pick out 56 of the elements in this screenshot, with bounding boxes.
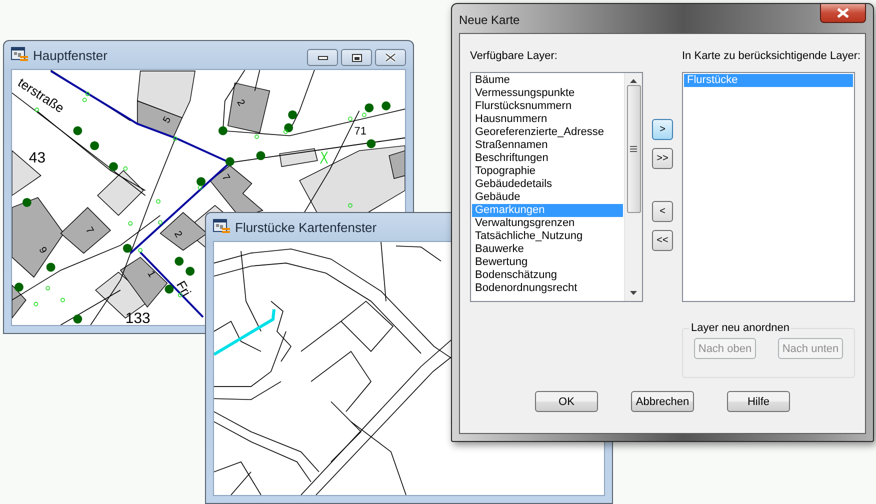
map-label: 5 — [161, 115, 174, 126]
map-label: 71 — [354, 126, 366, 138]
move-button[interactable]: << — [652, 230, 673, 251]
move-button[interactable]: < — [652, 201, 673, 222]
map-app-icon — [11, 47, 28, 63]
map-label: 133 — [125, 310, 150, 325]
layer-item[interactable]: Bodenschätzung — [472, 269, 623, 282]
layer-item[interactable]: Bäume — [472, 74, 623, 87]
scroll-up-icon — [630, 79, 637, 83]
layer-item[interactable]: Georeferenzierte_Adresse — [472, 126, 623, 139]
maximize-icon — [352, 54, 362, 62]
layer-item[interactable]: Flurstücksnummern — [472, 100, 623, 113]
map-app-icon — [213, 219, 230, 235]
close-button[interactable] — [820, 4, 866, 23]
map-label: 43 — [28, 150, 46, 167]
move-button[interactable]: >> — [652, 148, 673, 169]
window-title: Flurstücke Kartenfenster — [235, 220, 377, 234]
map-label: 1 — [144, 269, 157, 280]
map-label: 7 — [219, 172, 232, 183]
list-label: Verfügbare Layer: — [470, 49, 558, 64]
move-button[interactable]: > — [652, 119, 673, 140]
window-title: Hauptfenster — [33, 48, 108, 62]
close-icon — [385, 53, 396, 62]
layer-item[interactable]: Vermessungspunkte — [472, 87, 623, 100]
layer-item[interactable]: Bewertung — [472, 256, 623, 269]
layer-item[interactable]: Verwaltungsgrenzen — [472, 217, 623, 230]
dialog-title: Neue Karte — [459, 12, 520, 27]
layer-item[interactable]: Gebäude — [472, 191, 623, 204]
scroll-down-icon — [630, 291, 637, 295]
group-title: Layer neu anordnen — [690, 322, 790, 334]
layer-item[interactable]: Tatsächliche_Nutzung — [472, 230, 623, 243]
grip-icon — [630, 146, 637, 152]
map-label: 2 — [234, 98, 247, 108]
layer-item[interactable]: Bauwerke — [472, 243, 623, 256]
map-label: Fri — [174, 278, 194, 299]
layer-item[interactable]: Bodenordnungsrecht — [472, 282, 623, 295]
layer-item[interactable]: Straßennamen — [472, 139, 623, 152]
close-button[interactable] — [375, 49, 406, 66]
layer-item[interactable]: Topographie — [472, 165, 623, 178]
close-icon — [837, 8, 849, 18]
maximize-button[interactable] — [341, 49, 372, 66]
layer-item[interactable]: Hausnummern — [472, 113, 623, 126]
scrollbar[interactable] — [624, 73, 642, 301]
dialog-button[interactable]: Hilfe — [727, 391, 790, 412]
minimize-icon — [318, 56, 328, 60]
minimize-button[interactable] — [307, 49, 338, 66]
layer-list[interactable] — [470, 72, 643, 302]
layer-item[interactable]: Gebäudedetails — [472, 178, 623, 191]
dialog-button[interactable]: Abbrechen — [631, 391, 694, 412]
scrollbar-thumb[interactable] — [626, 85, 640, 213]
map-label: 7 — [83, 225, 96, 236]
list-label: In Karte zu berücksichtigende Layer: — [682, 49, 861, 64]
map-label: 2 — [172, 229, 184, 240]
dialog-button[interactable]: OK — [535, 391, 598, 412]
map-label: 9 — [36, 245, 49, 256]
layer-item[interactable]: Beschriftungen — [472, 152, 623, 165]
